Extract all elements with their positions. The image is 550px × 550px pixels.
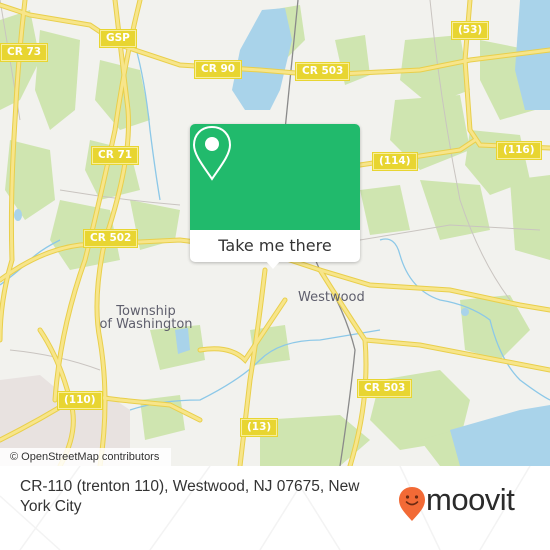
moovit-wordmark: moovit	[426, 482, 515, 517]
map-attribution[interactable]: © OpenStreetMap contributors	[0, 448, 172, 466]
road-label-116: (116)	[496, 141, 542, 160]
address-text: CR-110 (trenton 110), Westwood, NJ 07675…	[20, 478, 360, 515]
location-popup[interactable]: Take me there	[190, 124, 360, 269]
place-label-line: of Washington	[99, 317, 193, 332]
road-label-gsp: GSP	[99, 29, 137, 48]
map-view[interactable]: GSP CR 73 CR 90 CR 503 (53) CR 71 (114) …	[0, 0, 550, 466]
map-pin-icon	[192, 125, 232, 181]
footer: CR-110 (trenton 110), Westwood, NJ 07675…	[0, 466, 550, 550]
road-label-cr71: CR 71	[90, 146, 140, 165]
road-label-110: (110)	[57, 391, 103, 410]
road-label-cr502: CR 502	[82, 229, 139, 248]
road-label-114: (114)	[372, 152, 418, 171]
take-me-there-button[interactable]: Take me there	[190, 230, 360, 262]
place-label-westwood: Westwood	[298, 290, 365, 305]
road-label-cr503-south: CR 503	[356, 379, 413, 398]
road-label-cr90: CR 90	[193, 60, 243, 79]
popup-header	[190, 124, 360, 230]
place-label-township-of-washington: Township of Washington	[98, 305, 194, 331]
road-label-13: (13)	[239, 418, 279, 437]
moovit-smiley-pin-icon	[399, 487, 425, 521]
popup-card: Take me there	[190, 124, 360, 262]
popup-pointer	[265, 260, 281, 269]
road-label-cr73: CR 73	[0, 43, 49, 62]
road-label-cr503-north: CR 503	[294, 62, 351, 81]
road-label-53: (53)	[450, 21, 490, 40]
